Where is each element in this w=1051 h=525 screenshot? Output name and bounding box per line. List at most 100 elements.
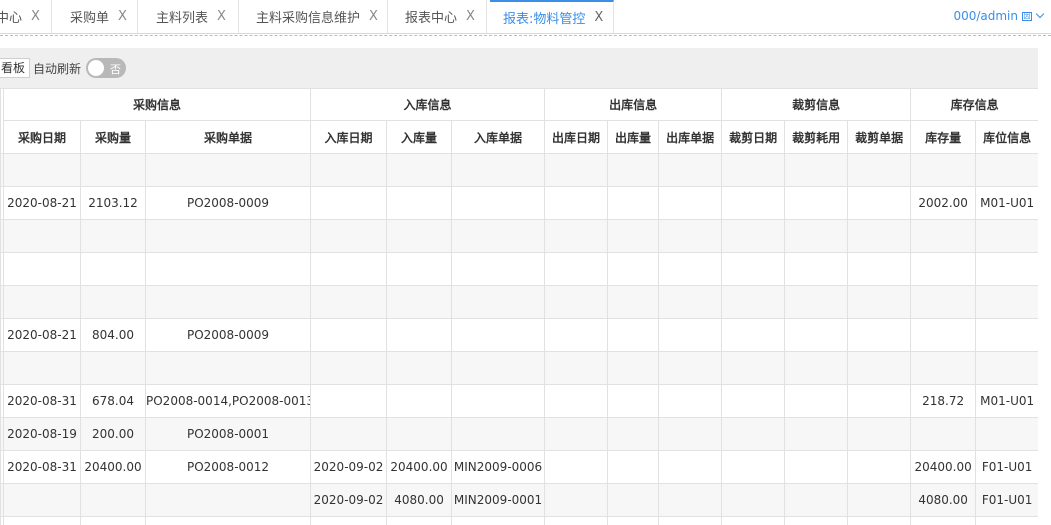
- table-cell: [144, 483, 312, 517]
- column-header[interactable]: 出库量: [607, 120, 660, 154]
- tab-report-center[interactable]: 报表中心 X: [392, 0, 487, 33]
- table-cell: [386, 384, 453, 418]
- column-header[interactable]: 出库日期: [544, 120, 609, 154]
- table-cell: [847, 153, 912, 187]
- table-row[interactable]: [0, 153, 1038, 187]
- auto-refresh-label: 自动刷新: [33, 62, 82, 76]
- table-row[interactable]: [0, 516, 1038, 525]
- table-cell: [658, 318, 723, 352]
- group-header: 库存信息: [910, 88, 1038, 121]
- chevron-down-icon: [1035, 9, 1045, 19]
- table-cell: [721, 384, 786, 418]
- material-control-table: 采购信息 入库信息 出库信息 裁剪信息 库存信息 采购日期 采购量 采购单据 入库日期 入库量 入库…: [0, 88, 1038, 525]
- column-header[interactable]: 库位信息: [975, 120, 1038, 154]
- group-header: 出库信息: [544, 88, 723, 121]
- table-cell: [975, 516, 1038, 525]
- table-row[interactable]: 2020-09-02 4080.00 MIN2009-0001 4080.00 F01-…: [0, 483, 1038, 517]
- table-cell: [658, 351, 723, 385]
- table-cell: [544, 351, 609, 385]
- table-cell: [451, 417, 546, 451]
- table-cell: 2020-08-21: [3, 318, 81, 352]
- table-cell: [658, 252, 723, 286]
- tab-material-control-report[interactable]: 报表:物料管控 X: [490, 0, 614, 33]
- table-cell: [544, 516, 609, 525]
- table-row[interactable]: [0, 219, 1038, 253]
- column-header[interactable]: 裁剪日期: [721, 120, 786, 154]
- table-row[interactable]: [0, 285, 1038, 319]
- table-cell: [910, 516, 977, 525]
- table-row[interactable]: [0, 351, 1038, 385]
- tab-label: 报表中心: [405, 11, 458, 26]
- close-icon[interactable]: X: [31, 9, 40, 24]
- column-header[interactable]: 裁剪耗用: [784, 120, 849, 154]
- close-icon[interactable]: X: [466, 9, 475, 24]
- table-cell: [784, 285, 849, 319]
- table-cell: [310, 153, 388, 187]
- table-cell: MIN2009-0006: [451, 450, 546, 484]
- auto-refresh-toggle[interactable]: 否: [86, 58, 126, 78]
- close-icon[interactable]: X: [369, 9, 378, 24]
- user-menu[interactable]: 000/admin 因: [953, 9, 1045, 23]
- column-header-row: 采购日期 采购量 采购单据 入库日期 入库量 入库单据 出库日期 出库量 出库单据 裁剪日期 裁剪耗…: [1, 120, 1038, 154]
- tab-purchase-order[interactable]: 采购单 X: [57, 0, 138, 33]
- tab-label: 中心: [0, 11, 23, 26]
- column-header[interactable]: 采购量: [80, 120, 146, 154]
- table-cell: [310, 417, 388, 451]
- close-icon[interactable]: X: [217, 9, 226, 24]
- table-cell: [721, 219, 786, 253]
- table-cell: [80, 351, 146, 385]
- table-cell: PO2008-0012: [144, 450, 312, 484]
- table-cell: [784, 153, 849, 187]
- table-cell: [910, 153, 977, 187]
- table-cell: [721, 417, 786, 451]
- table-row[interactable]: 2020-08-21 804.00 PO2008-0009: [0, 318, 1038, 352]
- column-header[interactable]: 裁剪单据: [847, 120, 912, 154]
- column-header[interactable]: 采购单据: [144, 120, 312, 154]
- table-cell: [975, 219, 1038, 253]
- tab-label: 主料列表: [156, 11, 209, 26]
- table-cell: [3, 285, 81, 319]
- table-row[interactable]: 2020-08-19 200.00 PO2008-0001: [0, 417, 1038, 451]
- table-cell: [975, 417, 1038, 451]
- table-cell: [847, 252, 912, 286]
- tab-center[interactable]: 中心 X: [0, 0, 52, 33]
- tab-label: 采购单: [70, 11, 110, 26]
- dashboard-button[interactable]: 看板: [0, 58, 31, 78]
- table-cell: [544, 153, 609, 187]
- table-cell: [451, 516, 546, 525]
- table-cell: [144, 285, 312, 319]
- table-cell: [544, 318, 609, 352]
- table-cell: [784, 219, 849, 253]
- table-cell: [607, 318, 660, 352]
- table-cell: [607, 483, 660, 517]
- table-cell: [607, 384, 660, 418]
- group-header: 裁剪信息: [721, 88, 912, 121]
- table-row[interactable]: 2020-08-31 678.04 PO2008-0014,PO2008-0013 2…: [0, 384, 1038, 418]
- column-header[interactable]: 入库单据: [451, 120, 546, 154]
- table-cell: [144, 219, 312, 253]
- table-cell: [544, 483, 609, 517]
- tab-label: 报表:物料管控: [503, 12, 586, 27]
- column-header[interactable]: 出库单据: [658, 120, 723, 154]
- column-header[interactable]: 库存量: [910, 120, 977, 154]
- table-cell: 2020-08-19: [3, 417, 81, 451]
- table-row[interactable]: 2020-08-21 2103.12 PO2008-0009 2002.00 M01-U…: [0, 186, 1038, 220]
- column-header[interactable]: 入库量: [386, 120, 453, 154]
- table-cell: F01-U01: [975, 450, 1038, 484]
- table-cell: MIN2009-0001: [451, 483, 546, 517]
- table-cell: [607, 450, 660, 484]
- column-header[interactable]: 入库日期: [310, 120, 388, 154]
- table-cell: [607, 252, 660, 286]
- table-cell: PO2008-0001: [144, 417, 312, 451]
- close-icon[interactable]: X: [594, 10, 603, 25]
- table-cell: [847, 516, 912, 525]
- tab-material-list[interactable]: 主料列表 X: [143, 0, 239, 33]
- close-icon[interactable]: X: [118, 9, 127, 24]
- tab-material-purchase-maintenance[interactable]: 主料采购信息维护 X: [243, 0, 388, 33]
- table-cell: 804.00: [80, 318, 146, 352]
- table-row[interactable]: 2020-08-31 20400.00 PO2008-0012 2020-09-02 2…: [0, 450, 1038, 484]
- group-header-row: 采购信息 入库信息 出库信息 裁剪信息 库存信息: [0, 88, 1038, 154]
- column-header[interactable]: 采购日期: [3, 120, 81, 154]
- table-cell: [451, 219, 546, 253]
- table-row[interactable]: [0, 252, 1038, 286]
